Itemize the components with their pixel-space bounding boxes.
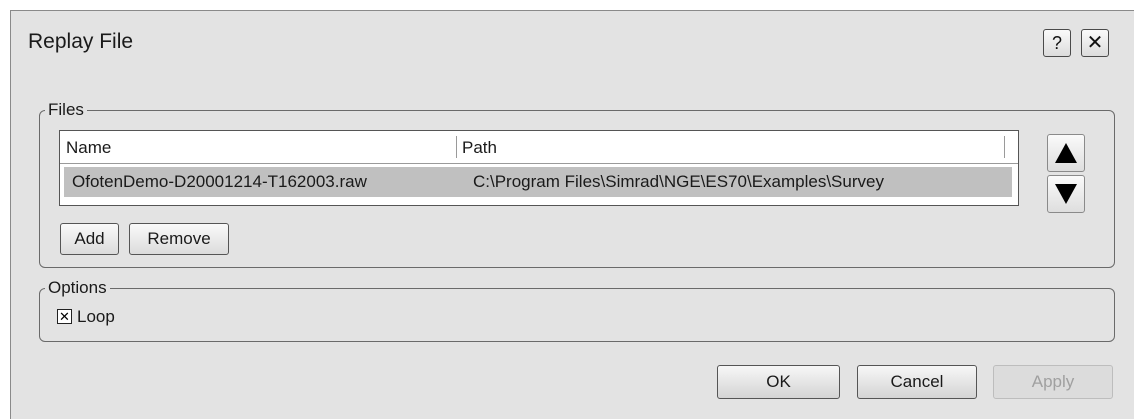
move-down-button[interactable] — [1047, 175, 1085, 213]
move-up-button[interactable] — [1047, 134, 1085, 172]
options-group-label: Options — [45, 278, 110, 298]
files-list[interactable]: Name Path OfotenDemo-D20001214-T162003.r… — [59, 130, 1019, 206]
triangle-down-icon — [1055, 184, 1077, 204]
triangle-up-icon — [1055, 143, 1077, 163]
files-group-label: Files — [45, 100, 87, 120]
add-button[interactable]: Add — [60, 223, 119, 255]
replay-file-dialog: Replay File ? ✕ Files Name Path OfotenDe… — [10, 10, 1134, 419]
loop-label[interactable]: Loop — [77, 307, 115, 327]
row-name-cell: OfotenDemo-D20001214-T162003.raw — [72, 172, 367, 191]
column-header-name[interactable]: Name — [66, 138, 111, 158]
close-button[interactable]: ✕ — [1081, 29, 1109, 57]
dialog-title: Replay File — [28, 30, 134, 53]
ok-button[interactable]: OK — [717, 365, 840, 399]
apply-button[interactable]: Apply — [993, 365, 1113, 399]
files-group: Files Name Path OfotenDemo-D20001214-T16… — [39, 100, 1115, 268]
options-group: Options ✕ Loop — [39, 278, 1115, 342]
column-separator[interactable] — [1004, 136, 1005, 158]
files-list-header: Name Path — [60, 131, 1018, 164]
table-row[interactable]: OfotenDemo-D20001214-T162003.raw C:\Prog… — [64, 167, 1012, 197]
loop-checkbox[interactable]: ✕ — [57, 309, 72, 324]
column-separator[interactable] — [456, 136, 457, 158]
cancel-button[interactable]: Cancel — [857, 365, 977, 399]
remove-button[interactable]: Remove — [129, 223, 229, 255]
row-path-cell: C:\Program Files\Simrad\NGE\ES70\Example… — [473, 172, 884, 191]
help-button[interactable]: ? — [1043, 29, 1071, 57]
column-header-path[interactable]: Path — [462, 138, 497, 158]
